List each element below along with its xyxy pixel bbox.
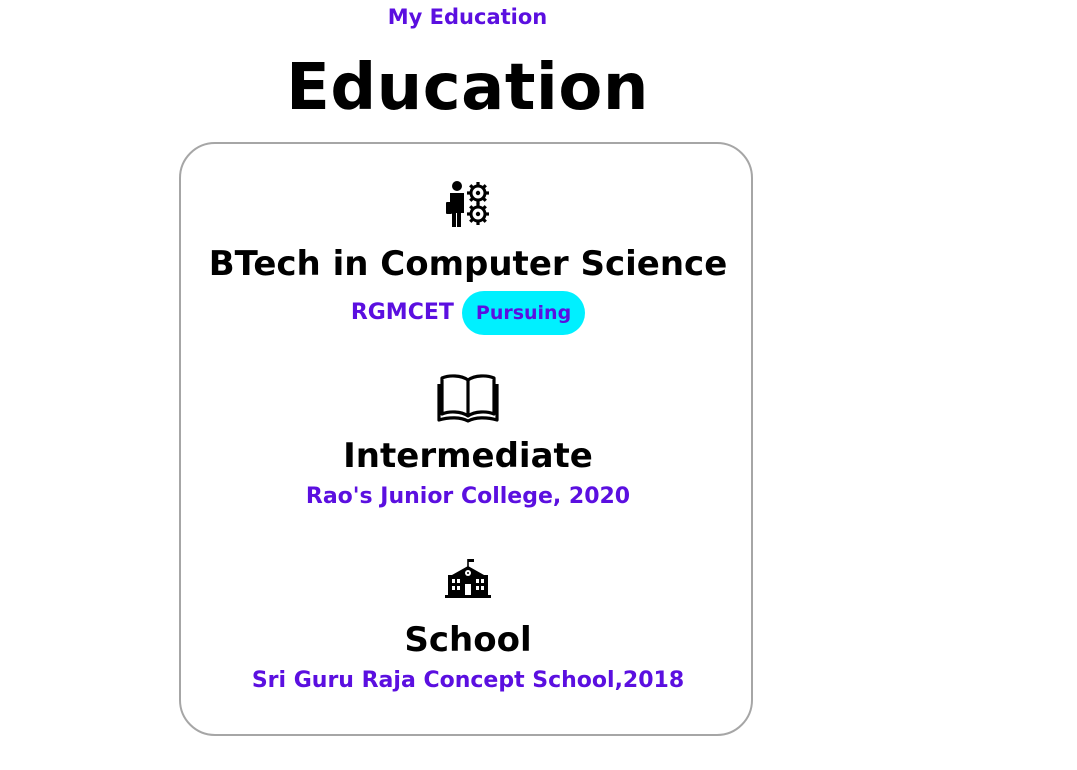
open-book-icon xyxy=(437,372,499,424)
engineer-gears-icon xyxy=(444,178,492,230)
section-title: Education xyxy=(286,51,649,125)
education-title: School xyxy=(404,620,532,660)
education-title: Intermediate xyxy=(343,436,593,476)
education-entry-intermediate: Intermediate Rao's Junior College, 2020 xyxy=(181,372,755,512)
education-page: My Education Education BTech in Computer… xyxy=(0,0,1077,770)
education-entry-btech: BTech in Computer Science RGMCET Pursuin… xyxy=(181,178,755,335)
section-kicker: My Education xyxy=(387,5,548,29)
education-title: BTech in Computer Science xyxy=(208,244,728,284)
education-card: BTech in Computer Science RGMCET Pursuin… xyxy=(179,142,753,736)
education-detail: Rao's Junior College, 2020 xyxy=(305,484,631,509)
institution-name: RGMCET xyxy=(350,300,454,325)
school-building-icon xyxy=(444,558,492,600)
education-subtitle-row: RGMCET Pursuing xyxy=(181,291,755,335)
education-detail: Sri Guru Raja Concept School,2018 xyxy=(251,668,685,693)
education-entry-school: School Sri Guru Raja Concept School,2018 xyxy=(181,558,755,696)
status-badge: Pursuing xyxy=(461,291,586,335)
